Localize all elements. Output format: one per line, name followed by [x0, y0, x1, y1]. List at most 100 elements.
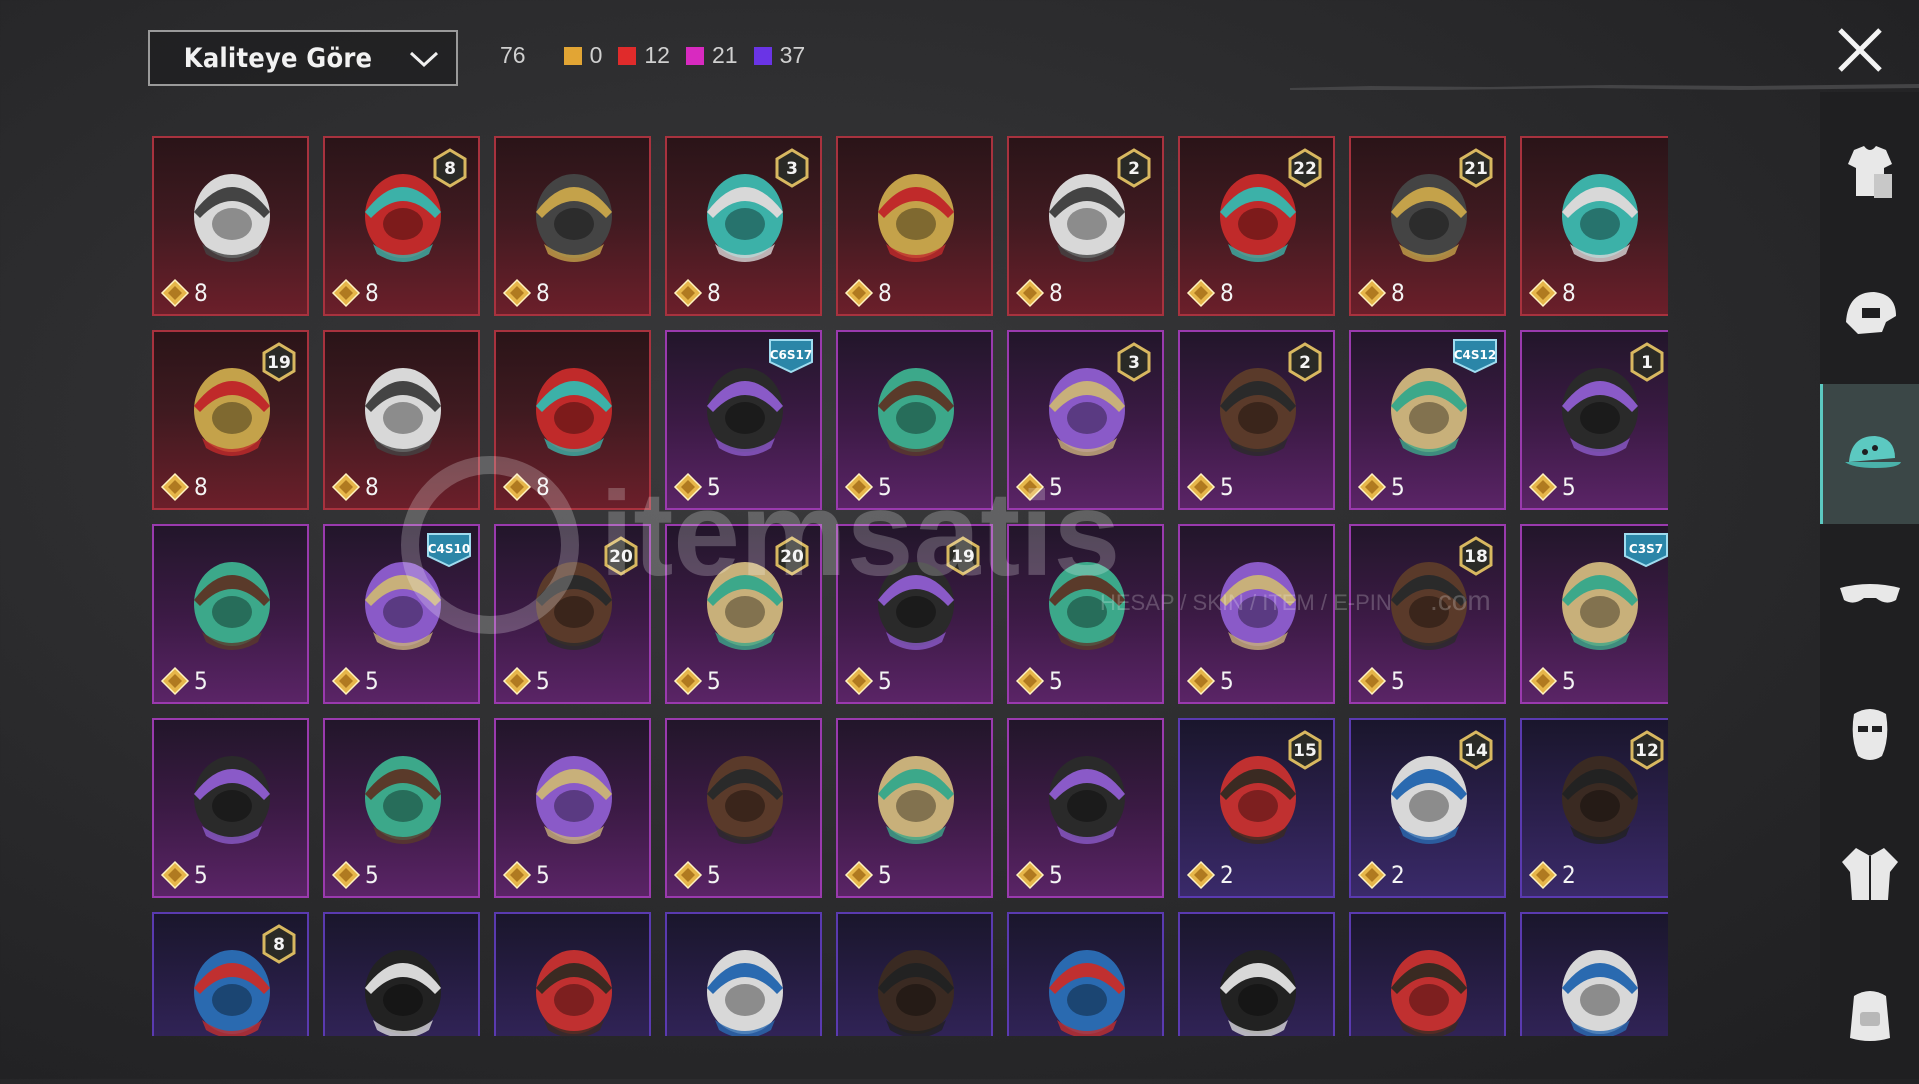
- item-card[interactable]: 5: [1007, 718, 1164, 898]
- level-badge: 21: [1459, 148, 1493, 188]
- sidebar-tab-outfit[interactable]: [1820, 104, 1919, 244]
- item-card[interactable]: [1349, 912, 1506, 1036]
- level-badge: 18: [1459, 536, 1493, 576]
- fin-helmet-icon: [878, 174, 954, 262]
- item-card[interactable]: 5: [1178, 524, 1335, 704]
- item-card[interactable]: [1520, 912, 1668, 1036]
- item-price-value: 5: [1391, 473, 1405, 501]
- item-card[interactable]: 20 5: [494, 524, 651, 704]
- level-badge-label: 15: [1293, 741, 1317, 761]
- item-card[interactable]: [1007, 912, 1164, 1036]
- item-price: 8: [1528, 278, 1576, 308]
- item-card[interactable]: 5: [836, 330, 993, 510]
- sidebar-tab-cap[interactable]: [1820, 384, 1919, 524]
- gem-icon: [673, 860, 703, 890]
- item-price: 5: [502, 860, 550, 890]
- item-price: 5: [1186, 472, 1234, 502]
- item-card[interactable]: 19 5: [836, 524, 993, 704]
- gem-icon: [673, 472, 703, 502]
- close-icon[interactable]: [1830, 20, 1890, 80]
- item-card[interactable]: C3S7 5: [1520, 524, 1668, 704]
- item-card[interactable]: 5: [836, 718, 993, 898]
- blue-cap-icon: [365, 950, 441, 1036]
- item-price: 8: [673, 278, 721, 308]
- gem-icon: [1528, 860, 1558, 890]
- item-price-value: 2: [1391, 861, 1405, 889]
- item-card[interactable]: [665, 912, 822, 1036]
- item-price: 5: [1357, 666, 1405, 696]
- item-card[interactable]: 28: [1007, 136, 1164, 316]
- item-price: 8: [502, 472, 550, 502]
- gem-icon: [1357, 860, 1387, 890]
- item-card[interactable]: 5: [152, 718, 309, 898]
- level-badge-label: 19: [267, 353, 291, 373]
- long-hair-icon: [194, 562, 270, 650]
- item-card[interactable]: 8: [494, 136, 651, 316]
- item-price: 2: [1357, 860, 1405, 890]
- sidebar-tab-helmet[interactable]: [1820, 244, 1919, 384]
- item-card[interactable]: 18 5: [1349, 524, 1506, 704]
- level-badge-label: 18: [1464, 547, 1488, 567]
- item-card[interactable]: C4S10 5: [323, 524, 480, 704]
- item-card[interactable]: 8: [323, 330, 480, 510]
- level-badge-label: 19: [951, 547, 975, 567]
- item-card[interactable]: 8: [494, 330, 651, 510]
- item-card[interactable]: 15 2: [1178, 718, 1335, 898]
- jacket-icon: [1841, 848, 1898, 900]
- item-card[interactable]: 5: [1007, 524, 1164, 704]
- item-card[interactable]: [1178, 912, 1335, 1036]
- sidebar-tab-mask[interactable]: [1820, 664, 1919, 804]
- sidebar-tab-jacket[interactable]: [1820, 804, 1919, 944]
- braided-hair-icon: [878, 368, 954, 456]
- item-card[interactable]: C6S17 5: [665, 330, 822, 510]
- item-card[interactable]: C4S12 5: [1349, 330, 1506, 510]
- item-card[interactable]: [836, 912, 993, 1036]
- item-card[interactable]: [323, 912, 480, 1036]
- item-price: 5: [160, 860, 208, 890]
- item-card[interactable]: 8: [152, 136, 309, 316]
- level-badge: 3: [775, 148, 809, 188]
- item-card[interactable]: 5: [323, 718, 480, 898]
- gem-icon: [1186, 278, 1216, 308]
- gem-icon: [331, 860, 361, 890]
- item-price-value: 8: [707, 279, 721, 307]
- item-price: 5: [331, 666, 379, 696]
- item-card[interactable]: 5: [665, 718, 822, 898]
- item-card[interactable]: 19 8: [152, 330, 309, 510]
- item-card[interactable]: 21 8: [1349, 136, 1506, 316]
- sidebar-tab-backpack[interactable]: [1820, 944, 1919, 1084]
- gem-icon: [844, 860, 874, 890]
- item-card[interactable]: 8: [152, 912, 309, 1036]
- item-card[interactable]: 38: [665, 136, 822, 316]
- gem-icon: [502, 278, 532, 308]
- item-price: 5: [1015, 472, 1063, 502]
- item-card[interactable]: 14 2: [1349, 718, 1506, 898]
- item-card[interactable]: 5: [152, 524, 309, 704]
- sort-dropdown-label: Kaliteye Göre: [183, 42, 373, 74]
- level-badge-label: 20: [780, 547, 804, 567]
- straw-hat-icon: [194, 756, 270, 844]
- item-card[interactable]: [494, 912, 651, 1036]
- level-badge: 20: [775, 536, 809, 576]
- item-price-value: 8: [365, 279, 379, 307]
- item-card[interactable]: 35: [1007, 330, 1164, 510]
- item-price: 8: [331, 278, 379, 308]
- item-card[interactable]: 8: [1520, 136, 1668, 316]
- item-card[interactable]: 15: [1520, 330, 1668, 510]
- sort-dropdown[interactable]: Kaliteye Göre: [148, 30, 458, 86]
- item-card[interactable]: 25: [1178, 330, 1335, 510]
- level-badge-label: 3: [1128, 353, 1140, 373]
- item-card[interactable]: 5: [494, 718, 651, 898]
- item-card[interactable]: 20 5: [665, 524, 822, 704]
- item-card[interactable]: 8: [836, 136, 993, 316]
- item-price: 5: [844, 860, 892, 890]
- item-card[interactable]: 22 8: [1178, 136, 1335, 316]
- item-card[interactable]: 88: [323, 136, 480, 316]
- item-grid: 8 8 8 8 3 8 8 2 8 22 8 21 8 8 19 8 8 8 C6S17 5 5 3 5 2 5 C4S12 5 1 5…: [152, 136, 1668, 1036]
- count-chip-magenta: 21: [685, 42, 738, 69]
- gem-icon: [160, 278, 190, 308]
- gem-icon: [1528, 666, 1558, 696]
- sidebar-tab-glasses[interactable]: [1820, 524, 1919, 664]
- item-card[interactable]: 12 2: [1520, 718, 1668, 898]
- football-helmet-icon: [1220, 950, 1296, 1036]
